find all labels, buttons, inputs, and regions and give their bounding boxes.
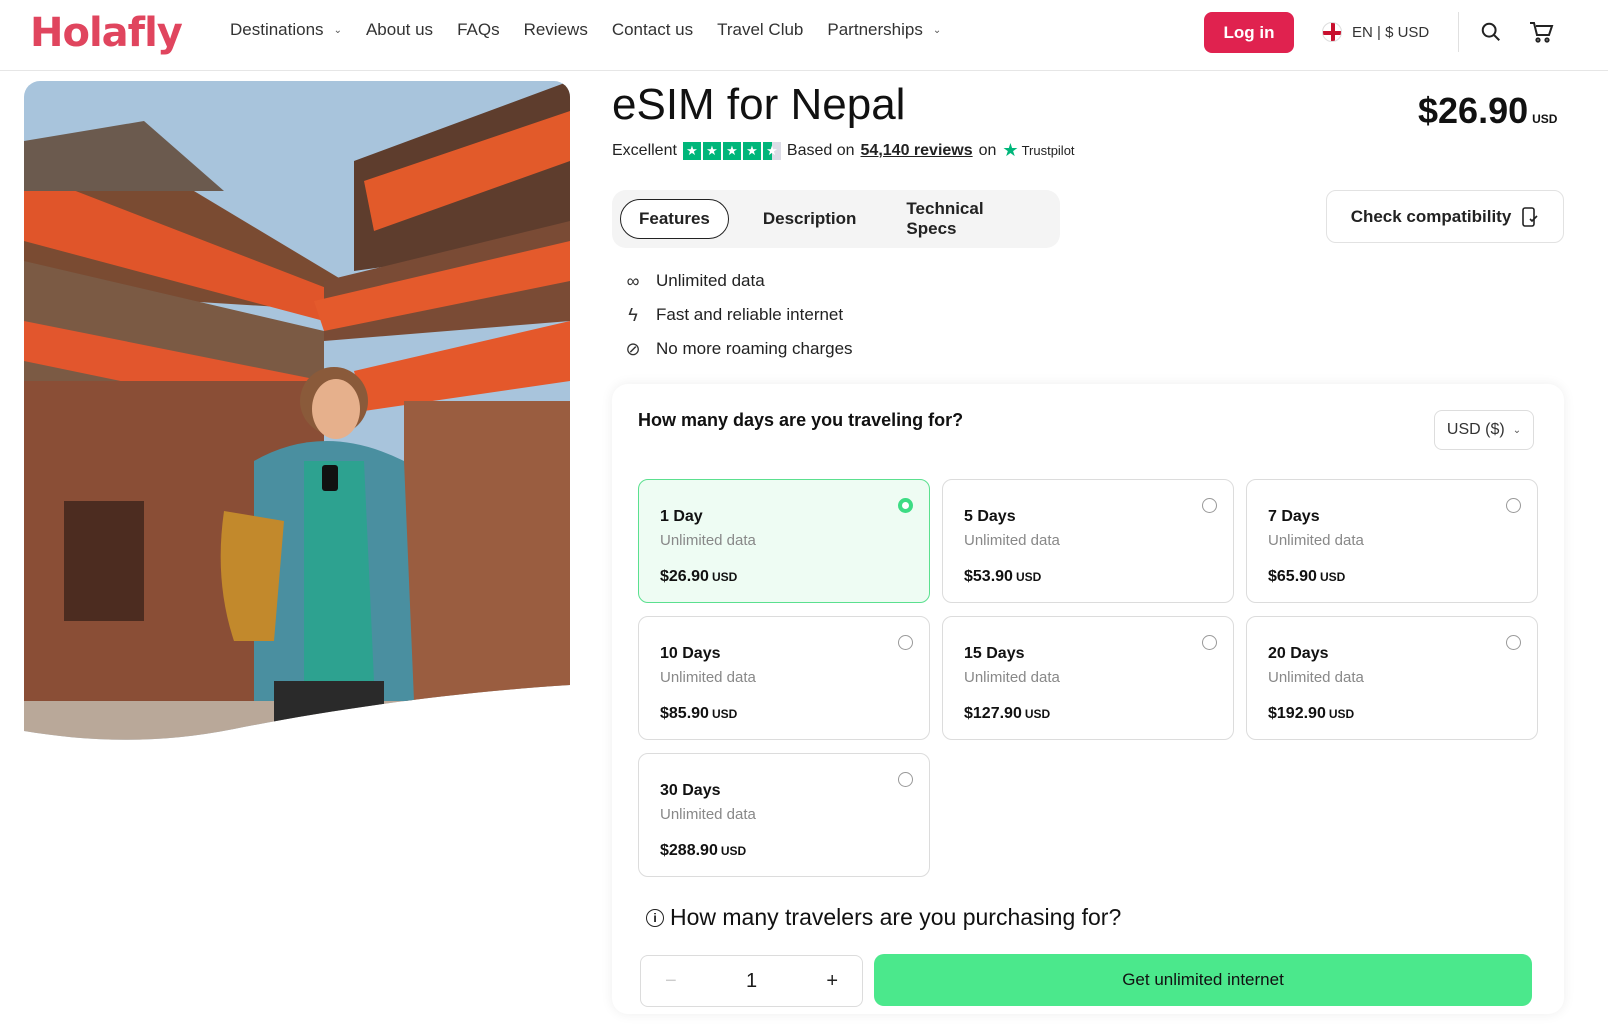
info-icon[interactable]: i — [646, 908, 664, 927]
plan-selector-card: How many days are you traveling for? USD… — [612, 384, 1564, 1014]
feature-item: ⊘ No more roaming charges — [620, 332, 852, 366]
plan-option-10-days[interactable]: 10 Days Unlimited data $85.90 USD — [638, 616, 930, 740]
feature-item: ∞ Unlimited data — [620, 264, 853, 298]
radio[interactable] — [1202, 498, 1217, 513]
trustpilot-star-icon: ★ — [1002, 140, 1019, 160]
tab-technical-specs[interactable]: Technical Specs — [888, 199, 1046, 239]
feature-list: ∞ Unlimited data ϟ Fast and reliable inter… — [620, 264, 853, 366]
radio-selected[interactable] — [898, 498, 913, 513]
plan-option-15-days[interactable]: 15 Days Unlimited data $127.90 USD — [942, 616, 1234, 740]
increment-button[interactable]: + — [826, 970, 838, 993]
days-question: How many days are you traveling for? — [638, 410, 964, 430]
feature-item: ϟ Fast and reliable internet — [620, 298, 853, 332]
travelers-question: i How many travelers are you purchasing … — [646, 904, 1121, 931]
quantity-stepper: − 1 + — [640, 955, 863, 1007]
nav-faqs[interactable]: FAQs — [457, 20, 500, 40]
nav-about-us[interactable]: About us — [366, 20, 433, 40]
nav-partnerships[interactable]: Partnerships ⌄ — [827, 20, 941, 40]
chevron-down-icon: ⌄ — [333, 24, 342, 36]
radio[interactable] — [1202, 635, 1217, 650]
lightning-icon: ϟ — [628, 304, 638, 325]
radio[interactable] — [898, 772, 913, 787]
uk-flag-icon — [1322, 22, 1342, 42]
rating-label: Excellent — [612, 141, 677, 159]
star-icon: ★ — [722, 141, 741, 160]
rating-stars: ★ ★ ★ ★ ★ — [682, 141, 781, 160]
cart-icon[interactable] — [1528, 19, 1554, 45]
holafly-logo[interactable]: Holafly — [30, 10, 183, 56]
star-icon: ★ — [702, 141, 721, 160]
main-nav: Destinations ⌄ About us FAQs Reviews Cont… — [230, 20, 965, 40]
radio[interactable] — [898, 635, 913, 650]
tab-features[interactable]: Features — [620, 199, 729, 239]
product-title: eSIM for Nepal — [612, 80, 906, 129]
nav-destinations[interactable]: Destinations ⌄ — [230, 20, 342, 40]
nav-reviews[interactable]: Reviews — [524, 20, 588, 40]
no-roaming-icon: ⊘ — [625, 338, 641, 359]
get-unlimited-internet-button[interactable]: Get unlimited internet — [874, 954, 1532, 1006]
star-icon: ★ — [682, 141, 701, 160]
quantity-value[interactable]: 1 — [746, 970, 757, 993]
plan-option-20-days[interactable]: 20 Days Unlimited data $192.90 USD — [1246, 616, 1538, 740]
decrement-button[interactable]: − — [665, 970, 677, 993]
currency-select[interactable]: USD ($) ⌄ — [1434, 410, 1534, 450]
reviews-link[interactable]: 54,140 reviews — [861, 142, 973, 160]
radio[interactable] — [1506, 498, 1521, 513]
search-icon[interactable] — [1480, 21, 1502, 43]
language-selector[interactable]: EN | $ USD — [1322, 22, 1429, 42]
check-compatibility-button[interactable]: Check compatibility — [1326, 190, 1564, 243]
star-icon: ★ — [742, 141, 761, 160]
half-star-icon: ★ — [762, 141, 781, 160]
radio[interactable] — [1506, 635, 1521, 650]
phone-check-icon — [1522, 206, 1538, 227]
language-label: EN | $ USD — [1352, 23, 1430, 41]
plan-option-1-day[interactable]: 1 Day Unlimited data $26.90 USD — [638, 479, 930, 603]
trustpilot-logo[interactable]: ★ Trustpilot — [1002, 140, 1074, 161]
plan-option-7-days[interactable]: 7 Days Unlimited data $65.90 USD — [1246, 479, 1538, 603]
nav-travel-club[interactable]: Travel Club — [717, 20, 803, 40]
product-tabs: Features Description Technical Specs — [612, 190, 1060, 248]
chevron-down-icon: ⌄ — [1512, 424, 1522, 436]
infinity-icon: ∞ — [626, 270, 640, 291]
nepal-hero-image — [24, 81, 570, 740]
trustpilot-rating: Excellent ★ ★ ★ ★ ★ Based on 54,140 revi… — [612, 140, 1075, 161]
plan-option-30-days[interactable]: 30 Days Unlimited data $288.90 USD — [638, 753, 930, 877]
login-button[interactable]: Log in — [1204, 12, 1294, 53]
nav-contact-us[interactable]: Contact us — [612, 20, 693, 40]
chevron-down-icon: ⌄ — [932, 24, 942, 36]
site-header: Holafly Destinations ⌄ About us FAQs Revi… — [0, 0, 1608, 71]
header-divider — [1458, 12, 1459, 52]
tab-description[interactable]: Description — [745, 199, 875, 239]
plan-option-5-days[interactable]: 5 Days Unlimited data $53.90 USD — [942, 479, 1234, 603]
product-price: $26.90 USD — [1418, 90, 1558, 131]
